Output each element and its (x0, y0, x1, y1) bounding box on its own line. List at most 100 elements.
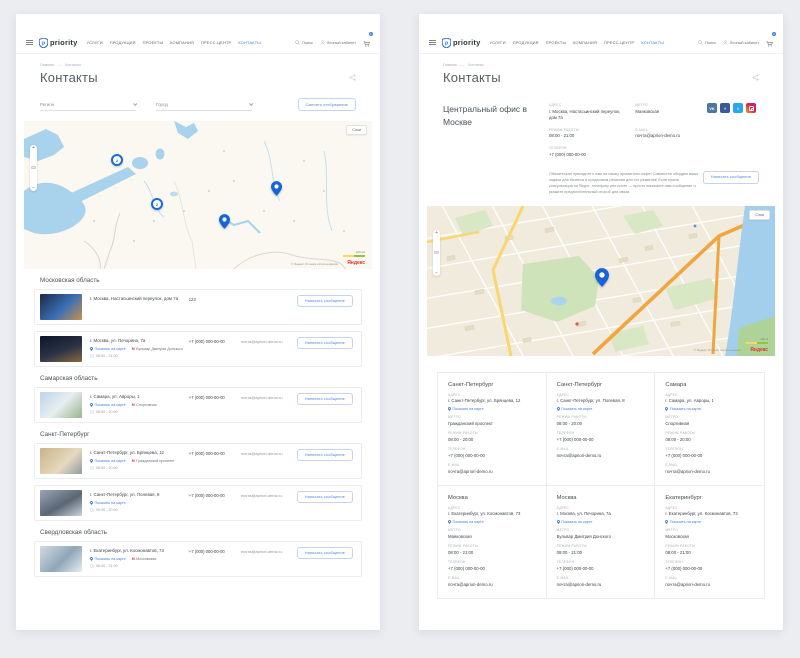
show-on-map-link[interactable]: Показать на карте (557, 407, 645, 411)
map-layers-button[interactable]: Слои (749, 210, 770, 220)
office-address: г. Санкт-Петербург, ул. Полевая, 8 (90, 492, 189, 498)
branch-email[interactable]: почта@apriori-demo.ru (448, 469, 536, 475)
office-phone[interactable]: +7 (000) 000-00-00 (549, 152, 625, 158)
show-on-map-link[interactable]: Показать на карте (448, 407, 536, 411)
nav-products[interactable]: ПРОДУКЦИЯ (513, 40, 539, 45)
search-button[interactable]: Поиск (295, 40, 313, 45)
yandex-logo[interactable]: Яндекс (750, 347, 768, 353)
office-email[interactable]: почта@apriori-demo.ru (241, 336, 297, 344)
map-cluster-moscow[interactable]: 2 (151, 198, 163, 210)
search-button[interactable]: Поиск (698, 40, 716, 45)
show-on-map-link[interactable]: Показать на карте (665, 407, 754, 411)
show-on-map-link[interactable]: Показать на карте (90, 403, 126, 407)
office-phone: +7 (000) 000-00-00 (189, 546, 241, 554)
map-pin-ekaterinburg[interactable] (271, 181, 282, 196)
cart-button[interactable]: 0 (363, 34, 370, 52)
nav-services[interactable]: УСЛУГИ (86, 40, 102, 45)
menu-icon[interactable] (429, 39, 436, 46)
cart-button[interactable]: 0 (766, 34, 773, 52)
nav-projects[interactable]: ПРОЕКТЫ (143, 40, 163, 45)
nav-company[interactable]: КОМПАНИЯ (170, 40, 194, 45)
branch-address: г. Екатеринбург, ул. Космонавтов, 73 (665, 511, 754, 517)
office-map-pin[interactable] (595, 268, 609, 287)
show-on-map-link[interactable]: Показать на карте (90, 347, 126, 351)
show-on-map-link[interactable]: Показать на карте (448, 520, 536, 524)
twitter-icon[interactable]: t (733, 103, 743, 113)
map-terms-link[interactable]: © Яндекс Условия использования (694, 348, 741, 352)
nav-projects[interactable]: ПРОЕКТЫ (546, 40, 566, 45)
breadcrumb-home[interactable]: Главная (40, 63, 54, 67)
map-pin-icon (448, 520, 451, 524)
map-pin-samara[interactable] (219, 214, 230, 229)
city-map[interactable]: Слои 100 м © Яндекс Условия использовани… (427, 206, 775, 356)
vk-icon[interactable]: VK (707, 103, 717, 113)
write-message-button[interactable]: Написать сообщение (297, 295, 353, 307)
city-select[interactable]: Город (156, 102, 252, 111)
logo[interactable]: p priority (39, 38, 77, 48)
nav-press[interactable]: ПРЕСС-ЦЕНТР (201, 40, 231, 45)
region-select[interactable]: Регион (40, 102, 136, 111)
nav-company[interactable]: КОМПАНИЯ (573, 40, 597, 45)
map-zoom-control[interactable] (433, 230, 440, 276)
show-on-map-link[interactable]: Показать на карте (90, 501, 126, 505)
office-hours: 08:00 - 21:00 (549, 133, 625, 139)
branch-email[interactable]: почта@apriori-demo.ru (665, 469, 754, 475)
map-zoom-control[interactable] (30, 145, 37, 191)
office-row: г. Санкт-Петербург, ул. Полевая, 8 Показ… (34, 485, 362, 521)
logo-text: priority (453, 38, 480, 47)
metro-station: М Бульвар Дмитрия Донского (132, 347, 183, 351)
metro-icon: М (132, 557, 135, 561)
branch-email[interactable]: почта@apriori-demo.ru (665, 582, 754, 588)
map-cluster-spb[interactable]: 2 (111, 154, 123, 166)
branch-city: Санкт-Петербург (557, 382, 645, 388)
map-pin-icon (448, 407, 451, 411)
write-message-button[interactable]: Написать сообщение (297, 393, 353, 405)
office-email[interactable]: почта@apriori-demo.ru (241, 448, 297, 456)
account-button[interactable]: Личный кабинет (320, 40, 356, 45)
show-on-map-link[interactable]: Показать на карте (665, 520, 754, 524)
logo[interactable]: p priority (442, 38, 480, 48)
nav-contacts[interactable]: КОНТАКТЫ (238, 40, 261, 45)
write-message-button[interactable]: Написать сообщение (297, 491, 353, 503)
office-email[interactable]: почта@apriori-demo.ru (635, 133, 699, 139)
branch-email[interactable]: почта@apriori-demo.ru (448, 582, 536, 588)
office-email[interactable]: почта@apriori-demo.ru (241, 546, 297, 554)
share-icon[interactable] (752, 74, 759, 81)
russia-map[interactable]: 2 2 Слои 200 км © Яндекс Условия использ… (24, 121, 372, 269)
change-view-button[interactable]: Сменить отображение (298, 98, 356, 111)
office-email[interactable]: почта@apriori-demo.ru (241, 392, 297, 400)
share-icon[interactable] (349, 74, 356, 81)
facebook-icon[interactable]: f (720, 103, 730, 113)
write-message-button[interactable]: Написать сообщение (297, 449, 353, 461)
branch-phone[interactable]: +7 (000) 000-00-00 (665, 566, 754, 572)
map-layers-button[interactable]: Слои (346, 125, 367, 135)
nav-contacts[interactable]: КОНТАКТЫ (641, 40, 664, 45)
map-terms-link[interactable]: © Яндекс Условия использования (291, 262, 338, 266)
branch-phone[interactable]: +7 (000) 000-00-00 (448, 566, 536, 572)
branch-address: г. Екатеринбург, ул. Космонавтов, 73 (448, 511, 536, 517)
menu-icon[interactable] (26, 39, 33, 46)
branch-email[interactable]: почта@apriori-demo.ru (557, 453, 645, 459)
account-button[interactable]: Личный кабинет (723, 40, 759, 45)
write-message-button[interactable]: Написать сообщение (703, 171, 759, 184)
branch-phone[interactable]: +7 (000) 000-00-00 (557, 566, 645, 572)
branch-phone[interactable]: +7 (000) 000-00-00 (557, 437, 645, 443)
write-message-button[interactable]: Написать сообщение (297, 337, 353, 349)
show-on-map-link[interactable]: Показать на карте (557, 520, 645, 524)
write-message-button[interactable]: Написать сообщение (297, 547, 353, 559)
show-on-map-link[interactable]: Показать на карте (90, 459, 126, 463)
instagram-icon[interactable] (746, 103, 756, 113)
nav-products[interactable]: ПРОДУКЦИЯ (110, 40, 136, 45)
yandex-logo[interactable]: Яндекс (347, 260, 365, 266)
office-address: г. Санкт-Петербург, ул. Брянцева, 12 (90, 450, 189, 456)
user-icon (320, 40, 325, 45)
branch-email[interactable]: почта@apriori-demo.ru (557, 582, 645, 588)
branch-phone[interactable]: +7 (000) 000-00-00 (448, 453, 536, 459)
nav-services[interactable]: УСЛУГИ (489, 40, 505, 45)
branch-phone[interactable]: +7 (000) 000-00-00 (665, 453, 754, 459)
nav-press[interactable]: ПРЕСС-ЦЕНТР (604, 40, 634, 45)
show-on-map-link[interactable]: Показать на карте (90, 557, 126, 561)
breadcrumb-home[interactable]: Главная (443, 63, 457, 67)
office-email[interactable]: почта@apriori-demo.ru (241, 490, 297, 498)
svg-text:p: p (445, 40, 448, 46)
